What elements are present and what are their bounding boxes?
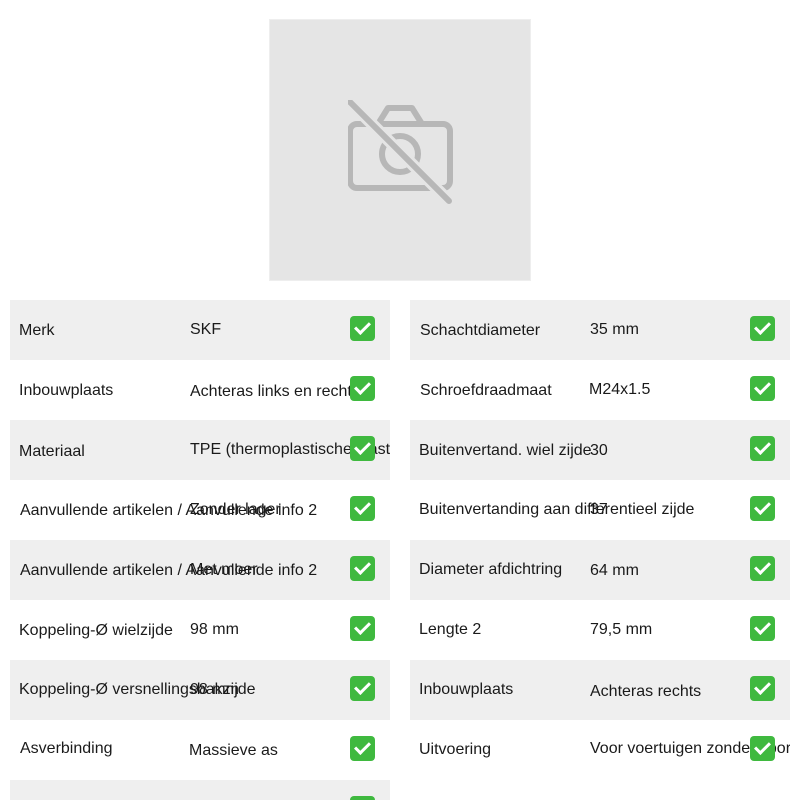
check-icon: [750, 376, 775, 401]
specs-left-column: Merk SKF Inbouwplaats Achteras links en …: [10, 300, 390, 800]
spec-label: Merk: [19, 322, 55, 339]
check-icon: [350, 496, 375, 521]
check-icon: [750, 436, 775, 461]
spec-row: Inbouwplaats Achteras links en rechts: [10, 360, 390, 420]
spec-row: Buitenvertanding aan differentieel zijde…: [410, 480, 790, 540]
spec-value: Zonder lager: [190, 501, 281, 518]
spec-label: Diameter afdichtring: [419, 561, 563, 578]
spec-row: Lengte 2 79,5 mm: [410, 600, 790, 660]
spec-label: Aanvullende artikelen / Aanvullende info…: [20, 562, 318, 579]
product-image-placeholder[interactable]: [269, 19, 531, 281]
spec-value: 98 mm: [190, 681, 239, 698]
spec-row: Materiaal TPE (thermoplastische elastome…: [10, 420, 390, 480]
product-detail-page: Merk SKF Inbouwplaats Achteras links en …: [0, 0, 800, 800]
spec-value: Met moer: [190, 561, 258, 578]
spec-value: Achteras rechts: [590, 683, 702, 700]
spec-value: Massieve as: [189, 742, 278, 759]
spec-label: Uitvoering: [419, 741, 492, 758]
spec-value: 35 mm: [590, 321, 639, 338]
spec-row: Inbouwplaats Achteras rechts: [410, 660, 790, 720]
spec-value: M24x1.5: [589, 381, 651, 398]
spec-row: Asverbinding Massieve as: [10, 720, 390, 780]
spec-label: Asverbinding: [20, 740, 113, 757]
check-icon: [750, 556, 775, 581]
spec-value: 98 mm: [190, 621, 239, 638]
spec-row: Schachtdiameter 35 mm: [410, 300, 790, 360]
spec-label: Schachtdiameter: [420, 322, 541, 339]
check-icon: [350, 616, 375, 641]
spec-label: Inbouwplaats: [19, 382, 114, 399]
spec-row: [10, 780, 390, 800]
spec-value: Achteras links en rechts: [190, 383, 360, 400]
check-icon: [750, 616, 775, 641]
spec-value: SKF: [190, 321, 222, 338]
spec-value: 37: [590, 501, 608, 518]
no-photo-icon: [348, 100, 454, 206]
spec-label: Inbouwplaats: [419, 681, 514, 698]
check-icon: [350, 556, 375, 581]
spec-row: Diameter afdichtring 64 mm: [410, 540, 790, 600]
check-icon: [750, 496, 775, 521]
check-icon: [350, 436, 375, 461]
check-icon: [350, 736, 375, 761]
spec-value: 64 mm: [590, 562, 639, 579]
spec-row: Merk SKF: [10, 300, 390, 360]
check-icon: [750, 736, 775, 761]
check-icon: [750, 676, 775, 701]
spec-label: Buitenvertand. wiel zijde: [419, 442, 592, 459]
specs-right-column: Schachtdiameter 35 mm Schroefdraadmaat M…: [410, 300, 790, 780]
spec-value: 30: [590, 442, 608, 459]
spec-label: Materiaal: [19, 443, 85, 460]
spec-value: 79,5 mm: [590, 621, 653, 638]
spec-row: Koppeling-Ø versnellingsbakzijde 98 mm: [10, 660, 390, 720]
spec-label: Schroefdraadmaat: [420, 382, 552, 399]
spec-row: Buitenvertand. wiel zijde 30: [410, 420, 790, 480]
spec-row: Schroefdraadmaat M24x1.5: [410, 360, 790, 420]
spec-label: Koppeling-Ø wielzijde: [19, 622, 173, 639]
spec-label: Buitenvertanding aan differentieel zijde: [419, 501, 695, 518]
spec-row: Aanvullende artikelen / Aanvullende info…: [10, 540, 390, 600]
check-icon: [350, 376, 375, 401]
spec-label: Lengte 2: [419, 621, 482, 638]
spec-row: Aanvullende artikelen / Aanvullende info…: [10, 480, 390, 540]
check-icon: [350, 316, 375, 341]
check-icon: [350, 676, 375, 701]
spec-row: Koppeling-Ø wielzijde 98 mm: [10, 600, 390, 660]
check-icon: [350, 796, 375, 800]
check-icon: [750, 316, 775, 341]
spec-row: Uitvoering Voor voertuigen zonder sporto…: [410, 720, 790, 780]
